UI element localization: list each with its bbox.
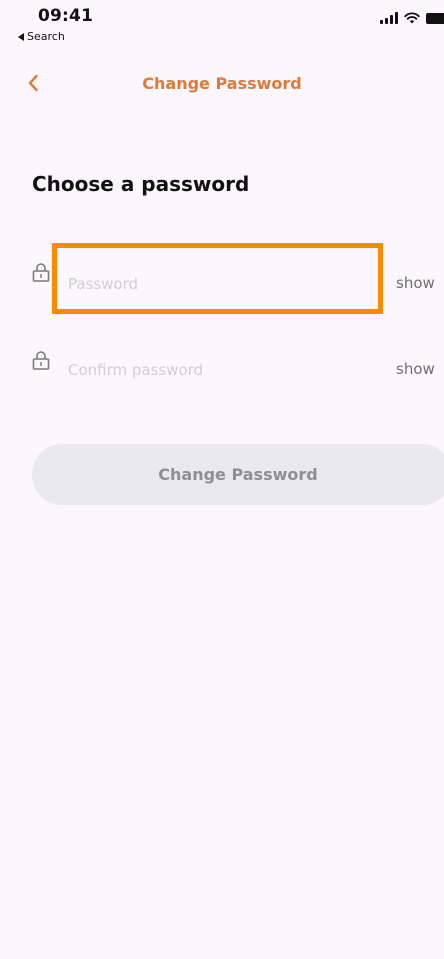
status-time: 09:41 [38, 6, 94, 26]
signal-icon [380, 12, 398, 24]
page-title: Change Password [142, 74, 302, 93]
show-confirm-password-link[interactable]: show [396, 360, 435, 378]
back-triangle-icon [18, 32, 24, 41]
change-password-button[interactable]: Change Password [32, 444, 444, 505]
wifi-icon [404, 12, 420, 24]
status-back-link[interactable]: Search [18, 30, 65, 43]
confirm-lock-icon [32, 350, 50, 374]
password-lock-icon [32, 262, 50, 286]
form-heading: Choose a password [32, 172, 250, 196]
focus-highlight [52, 243, 383, 314]
battery-icon [426, 12, 444, 24]
confirm-password-input[interactable] [68, 358, 368, 382]
status-icons [380, 12, 444, 24]
show-password-link[interactable]: show [396, 274, 435, 292]
status-back-label: Search [27, 30, 65, 43]
